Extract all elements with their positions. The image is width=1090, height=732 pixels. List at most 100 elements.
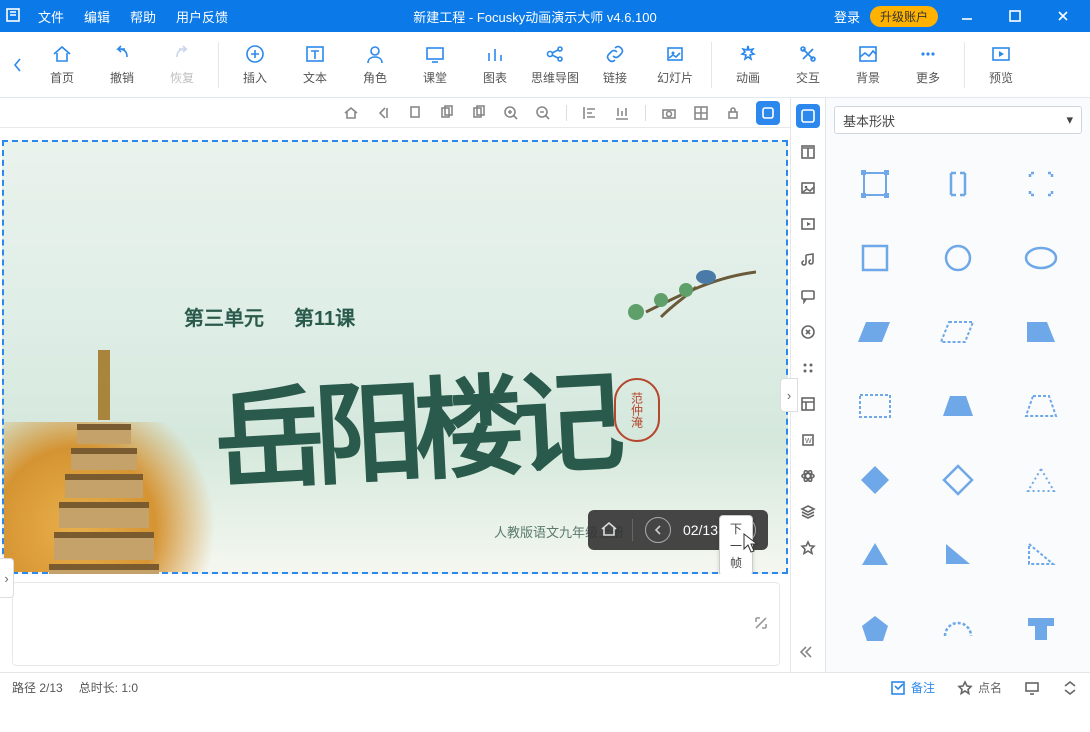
menu-help[interactable]: 帮助 (122, 3, 164, 30)
rail-layers-icon[interactable] (796, 500, 820, 524)
mini-alignb-icon[interactable] (613, 104, 631, 122)
expand-icon[interactable] (753, 615, 769, 636)
nav-prev-button[interactable] (4, 35, 32, 95)
preview-icon (990, 43, 1012, 65)
shape-dashcorners[interactable] (1003, 162, 1078, 206)
mini-dup2-icon[interactable] (438, 104, 456, 122)
shape-triangle-dot[interactable] (1003, 458, 1078, 502)
more-button[interactable]: 更多 (898, 35, 958, 95)
rail-atom-icon[interactable] (796, 464, 820, 488)
shape-rect-handles[interactable] (838, 162, 913, 206)
expand-left-panel-button[interactable]: › (0, 558, 14, 598)
status-names-button[interactable]: 点名 (957, 679, 1002, 696)
timeline-strip[interactable] (12, 582, 780, 666)
slide-button[interactable]: 幻灯片 (645, 35, 705, 95)
shape-triangle-fill[interactable] (838, 532, 913, 576)
undo-button[interactable]: 撤销 (92, 35, 152, 95)
mini-dup1-icon[interactable] (406, 104, 424, 122)
status-notes-button[interactable]: 备注 (890, 679, 935, 696)
rail-image-icon[interactable] (796, 176, 820, 200)
collapse-rail-button[interactable]: › (780, 378, 798, 412)
shape-pentagon-fill[interactable] (838, 606, 913, 650)
nav-next-frame-button[interactable]: 下一帧 (730, 517, 756, 543)
rail-template-icon[interactable] (796, 392, 820, 416)
shape-square[interactable] (838, 236, 913, 280)
rail-components-icon[interactable] (796, 356, 820, 380)
mini-alignl-icon[interactable] (581, 104, 599, 122)
window-title: 新建工程 - Focusky动画演示大师 v4.6.100 (236, 7, 834, 26)
mini-grid-icon[interactable] (692, 104, 710, 122)
shape-righttri-dash[interactable] (1003, 532, 1078, 576)
menu-file[interactable]: 文件 (30, 3, 72, 30)
shapes-panel: 基本形狀 ▾ (826, 98, 1090, 672)
rail-video-icon[interactable] (796, 212, 820, 236)
shape-diamond-outline[interactable] (921, 458, 996, 502)
mini-dup3-icon[interactable] (470, 104, 488, 122)
bg-button[interactable]: 背景 (838, 35, 898, 95)
class-button[interactable]: 课堂 (405, 35, 465, 95)
redo-button[interactable]: 恢复 (152, 35, 212, 95)
shape-category-select[interactable]: 基本形狀 ▾ (834, 106, 1082, 134)
role-button[interactable]: 角色 (345, 35, 405, 95)
rail-shapes-icon[interactable] (796, 104, 820, 128)
more-icon (917, 43, 939, 65)
status-path: 路径 2/13 (12, 679, 63, 696)
chart-button[interactable]: 图表 (465, 35, 525, 95)
mini-back-icon[interactable] (374, 104, 392, 122)
rail-widget-icon[interactable]: W (796, 428, 820, 452)
shape-righttri-fill[interactable] (921, 532, 996, 576)
mindmap-icon (544, 43, 566, 65)
toolbar-divider (218, 42, 219, 88)
rail-comment-icon[interactable] (796, 284, 820, 308)
status-screen-button[interactable] (1024, 680, 1040, 696)
rail-text-icon[interactable] (796, 140, 820, 164)
nav-home-icon[interactable] (600, 520, 620, 540)
slide-subtitle: 第三单元第11课 (184, 302, 355, 331)
rail-compass-icon[interactable] (796, 320, 820, 344)
mini-home-icon[interactable] (342, 104, 360, 122)
home-button[interactable]: 首页 (32, 35, 92, 95)
status-expand-button[interactable] (1062, 680, 1078, 696)
shape-arc-dash[interactable] (921, 606, 996, 650)
mini-camera-icon[interactable] (660, 104, 678, 122)
text-icon (304, 43, 326, 65)
preview-button[interactable]: 预览 (971, 35, 1031, 95)
mini-zoomin-icon[interactable] (502, 104, 520, 122)
shape-tee-fill[interactable] (1003, 606, 1078, 650)
nav-prev-frame-button[interactable] (645, 517, 671, 543)
shape-rect-dash[interactable] (838, 384, 913, 428)
shape-trapezoid-dash[interactable] (1003, 384, 1078, 428)
login-link[interactable]: 登录 (834, 7, 860, 26)
insert-button[interactable]: 插入 (225, 35, 285, 95)
toolbar-divider (711, 42, 712, 88)
maximize-button[interactable] (996, 0, 1034, 32)
shape-parallelogram-dash[interactable] (921, 310, 996, 354)
rail-audio-icon[interactable] (796, 248, 820, 272)
menu-edit[interactable]: 编辑 (76, 3, 118, 30)
shape-parallelogram-fill[interactable] (838, 310, 913, 354)
toolbar-divider (964, 42, 965, 88)
mini-shape-icon[interactable] (756, 101, 780, 125)
interact-button[interactable]: 交互 (778, 35, 838, 95)
mini-zoomout-icon[interactable] (534, 104, 552, 122)
shape-trapezoidr-fill[interactable] (1003, 310, 1078, 354)
link-button[interactable]: 链接 (585, 35, 645, 95)
menu-feedback[interactable]: 用户反馈 (168, 3, 236, 30)
minimize-button[interactable] (948, 0, 986, 32)
shape-trapezoid-fill[interactable] (921, 384, 996, 428)
slide-frame: 第三单元第11课 岳阳楼记 范仲淹 人教版语文九年级上册 02/13 下一帧 (2, 140, 788, 574)
anim-button[interactable]: 动画 (718, 35, 778, 95)
text-button[interactable]: 文本 (285, 35, 345, 95)
upgrade-button[interactable]: 升级账户 (870, 6, 938, 27)
shape-brackets[interactable] (921, 162, 996, 206)
bg-icon (857, 43, 879, 65)
rail-collapse-icon[interactable] (796, 640, 820, 664)
mini-lock-icon[interactable] (724, 104, 742, 122)
rail-star-icon[interactable] (796, 536, 820, 560)
shape-ellipse[interactable] (1003, 236, 1078, 280)
shape-diamond-fill[interactable] (838, 458, 913, 502)
canvas[interactable]: 第三单元第11课 岳阳楼记 范仲淹 人教版语文九年级上册 02/13 下一帧 (2, 140, 788, 574)
shape-circle[interactable] (921, 236, 996, 280)
mindmap-button[interactable]: 思维导图 (525, 35, 585, 95)
close-button[interactable] (1044, 0, 1082, 32)
